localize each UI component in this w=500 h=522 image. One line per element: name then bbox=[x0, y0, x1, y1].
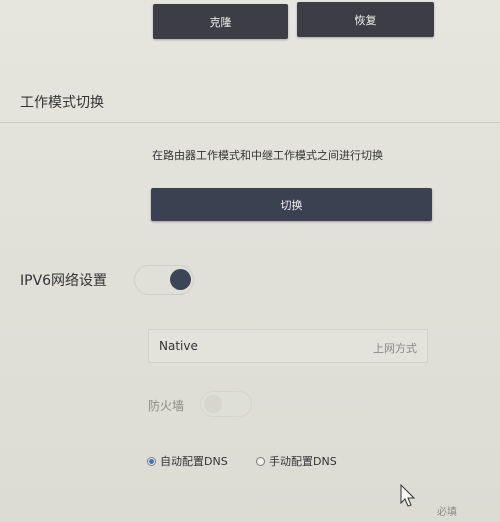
dns-auto-radio[interactable] bbox=[147, 456, 156, 466]
switch-mode-button[interactable]: 切换 bbox=[151, 188, 432, 221]
connection-type-value: Native bbox=[159, 339, 198, 353]
work-mode-section-title: 工作模式切换 bbox=[20, 95, 104, 111]
dns-manual-label: 手动配置DNS bbox=[269, 455, 337, 468]
dns-auto-option[interactable]: 自动配置DNS bbox=[147, 453, 228, 469]
dns-manual-radio[interactable] bbox=[256, 456, 265, 466]
footer-partial-label: 必填 bbox=[437, 507, 457, 518]
firewall-label: 防火墙 bbox=[148, 399, 185, 413]
switch-mode-button-label: 切换 bbox=[280, 198, 303, 212]
firewall-toggle[interactable] bbox=[200, 391, 252, 417]
restore-button-label: 恢复 bbox=[354, 13, 377, 27]
clone-button-label: 克隆 bbox=[209, 15, 232, 29]
ipv6-section-title: IPV6网络设置 bbox=[20, 273, 108, 289]
mouse-cursor-icon bbox=[400, 484, 416, 507]
dns-manual-option[interactable]: 手动配置DNS bbox=[256, 453, 337, 469]
work-mode-description: 在路由器工作模式和中继工作模式之间进行切换 bbox=[152, 149, 383, 162]
ipv6-toggle[interactable] bbox=[134, 265, 194, 295]
clone-button[interactable]: 克隆 bbox=[153, 4, 288, 39]
router-settings-page: 克隆 恢复 工作模式切换 在路由器工作模式和中继工作模式之间进行切换 切换 IP… bbox=[0, 0, 500, 522]
connection-type-select[interactable]: Native 上网方式 bbox=[148, 329, 428, 363]
ipv6-toggle-knob bbox=[170, 269, 191, 290]
restore-button[interactable]: 恢复 bbox=[297, 2, 434, 37]
section-divider bbox=[0, 122, 500, 123]
connection-type-label: 上网方式 bbox=[373, 342, 417, 355]
firewall-toggle-knob bbox=[204, 395, 222, 413]
dns-auto-label: 自动配置DNS bbox=[160, 455, 228, 468]
